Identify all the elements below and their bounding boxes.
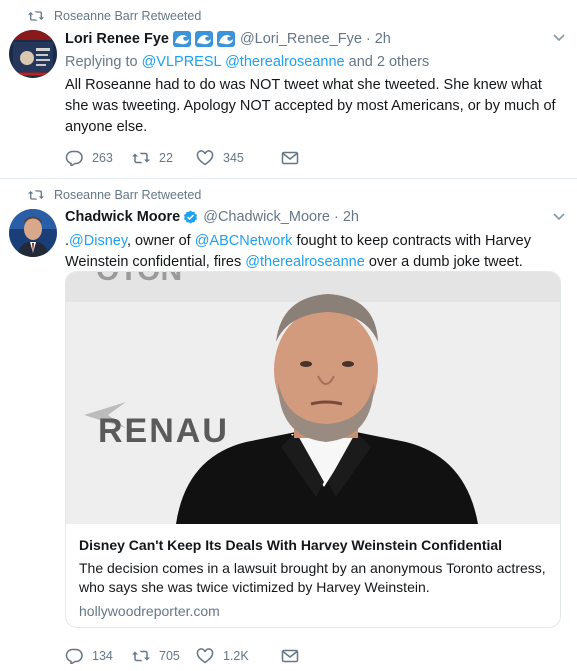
retweet-button[interactable]: 705	[132, 648, 196, 664]
verified-badge-icon	[183, 209, 198, 225]
tweet-text: All Roseanne had to do was NOT tweet wha…	[65, 77, 556, 135]
like-button[interactable]: 345	[196, 150, 281, 166]
text-segment: over a dumb joke tweet.	[364, 254, 523, 270]
wave-icon	[172, 31, 191, 47]
retweet-icon	[132, 648, 159, 664]
envelope-icon	[281, 648, 308, 664]
reply-button[interactable]: 134	[65, 648, 132, 664]
avatar[interactable]	[9, 209, 57, 257]
reply-icon	[65, 648, 92, 664]
retweet-button[interactable]: 22	[132, 150, 196, 166]
reply-icon	[65, 150, 92, 166]
wave-icon	[194, 31, 213, 47]
backdrop-text: RENAU	[98, 412, 229, 450]
replying-to: Replying to @VLPRESL @therealroseanne an…	[65, 54, 561, 70]
tweet-text: .@Disney, owner of @ABCNetwork fought to…	[65, 231, 561, 273]
direct-message-button[interactable]	[281, 150, 308, 166]
tweet-header: Lori Renee Fye @Lori_Renee_Fye · 2h	[65, 29, 561, 49]
card-title[interactable]: Disney Can't Keep Its Deals With Harvey …	[79, 537, 547, 553]
retweet-count: 22	[159, 151, 173, 165]
retweet-context-label: Roseanne Barr Retweeted	[54, 9, 202, 23]
author-name[interactable]: Lori Renee Fye	[65, 31, 169, 47]
tweet-item[interactable]: Roseanne Barr Retweeted Lori Renee Fye @…	[0, 0, 577, 178]
heart-icon	[196, 648, 223, 664]
avatar[interactable]	[9, 30, 57, 78]
retweet-icon	[28, 189, 44, 201]
heart-icon	[196, 150, 223, 166]
envelope-icon	[281, 150, 308, 166]
retweet-icon	[28, 10, 44, 22]
author-name[interactable]: Chadwick Moore	[65, 209, 180, 225]
direct-message-button[interactable]	[281, 648, 308, 664]
wave-icon	[216, 31, 235, 47]
retweet-icon	[132, 150, 159, 166]
retweet-context: Roseanne Barr Retweeted	[28, 188, 201, 202]
mention-link[interactable]: @Disney	[69, 233, 127, 249]
tweet-timestamp[interactable]: 2h	[343, 209, 359, 225]
card-description: The decision comes in a lawsuit brought …	[79, 560, 546, 595]
card-body: Disney Can't Keep Its Deals With Harvey …	[66, 524, 560, 619]
mention-link[interactable]: @therealroseanne	[245, 254, 365, 270]
tweet-content: Chadwick Moore @Chadwick_Moore · 2h .@Di…	[65, 207, 561, 273]
text-segment: , owner of	[127, 233, 195, 249]
replying-suffix[interactable]: and 2 others	[349, 54, 430, 70]
like-button[interactable]: 1.2K	[196, 648, 281, 664]
replying-prefix: Replying to	[65, 54, 138, 70]
retweet-count: 705	[159, 649, 180, 663]
card-image[interactable]: OTON RENAU	[66, 272, 560, 524]
author-handle[interactable]: @Chadwick_Moore	[203, 209, 330, 225]
separator-dot: ·	[365, 31, 371, 47]
retweet-context: Roseanne Barr Retweeted	[28, 9, 201, 23]
tweet-actions: 134 705 1.2K	[65, 648, 308, 664]
card-domain[interactable]: hollywoodreporter.com	[79, 603, 547, 619]
separator-dot: ·	[333, 209, 339, 225]
tweet-timestamp[interactable]: 2h	[375, 31, 391, 47]
reply-count: 263	[92, 151, 113, 165]
like-count: 1.2K	[223, 649, 249, 663]
reply-button[interactable]: 263	[65, 150, 132, 166]
tweet-header: Chadwick Moore @Chadwick_Moore · 2h	[65, 207, 561, 227]
backdrop-top-text: OTON	[96, 272, 182, 287]
author-handle[interactable]: @Lori_Renee_Fye	[240, 31, 362, 47]
link-card[interactable]: OTON RENAU Disney Can't Keep Its Deals W…	[65, 271, 561, 628]
tweet-item[interactable]: Roseanne Barr Retweeted Chadwick Moore @…	[0, 178, 577, 671]
reply-count: 134	[92, 649, 113, 663]
tweet-actions: 263 22 345	[65, 150, 308, 166]
mention-link[interactable]: @ABCNetwork	[195, 233, 293, 249]
tweet-content: Lori Renee Fye @Lori_Renee_Fye · 2h Repl…	[65, 29, 561, 138]
mention-link[interactable]: @therealroseanne	[225, 54, 345, 70]
like-count: 345	[223, 151, 244, 165]
retweet-context-label: Roseanne Barr Retweeted	[54, 188, 202, 202]
mention-link[interactable]: @VLPRESL	[142, 54, 221, 70]
